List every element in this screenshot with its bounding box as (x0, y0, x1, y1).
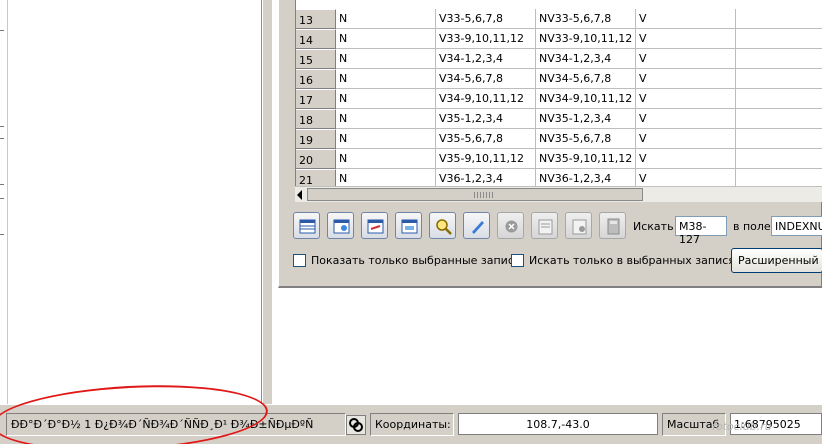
table-cell[interactable]: V36-1,2,3,4 (436, 169, 536, 186)
table-cell[interactable]: V (636, 169, 736, 186)
search-label: Искать (633, 220, 674, 233)
table-cell[interactable]: V34-1,2,3,4 (436, 49, 536, 69)
checkbox-label: Показать только выбранные записи (311, 254, 522, 267)
table-cell[interactable]: N (336, 109, 436, 129)
row-number[interactable]: 16 (296, 69, 336, 89)
table-cell[interactable]: V (636, 109, 736, 129)
table-button[interactable] (293, 212, 320, 239)
checkbox-box[interactable] (511, 254, 524, 267)
status-tool-icon[interactable] (346, 415, 366, 435)
left-panel (0, 0, 262, 404)
table-cell[interactable]: NV34-9,10,11,12 (536, 89, 636, 109)
table-cell[interactable]: NV33-9,10,11,12 (536, 29, 636, 49)
table-cell[interactable]: V (636, 69, 736, 89)
advanced-search-button[interactable]: Расширенный по (731, 248, 822, 273)
table-cell[interactable] (736, 149, 822, 169)
row-number[interactable]: 17 (296, 89, 336, 109)
table-cell[interactable]: V34-9,10,11,12 (436, 89, 536, 109)
table-row[interactable]: 18 N V35-1,2,3,4 NV35-1,2,3,4 V (296, 109, 822, 129)
table-cell[interactable]: V (636, 89, 736, 109)
delete-button[interactable] (497, 212, 524, 239)
table-cell[interactable] (736, 69, 822, 89)
left-edge-strip (0, 0, 8, 404)
table-row[interactable]: 19 N V35-5,6,7,8 NV35-5,6,7,8 V (296, 129, 822, 149)
table-cell[interactable]: V (636, 49, 736, 69)
table-row[interactable]: 17 N V34-9,10,11,12 NV34-9,10,11,12 V (296, 89, 822, 109)
checkbox-label: Искать только в выбранных записях (529, 254, 742, 267)
table-cell[interactable]: V35-9,10,11,12 (436, 149, 536, 169)
calculator-button[interactable] (599, 212, 626, 239)
table-cell[interactable]: NV33-5,6,7,8 (536, 9, 636, 29)
table-cell[interactable]: NV35-1,2,3,4 (536, 109, 636, 129)
table-cell[interactable] (736, 49, 822, 69)
panel-splitter[interactable] (262, 0, 272, 404)
coords-label: Координаты: (370, 413, 454, 436)
table-cell[interactable]: NV34-5,6,7,8 (536, 69, 636, 89)
add-record-button[interactable] (327, 212, 354, 239)
table-row[interactable]: 14 N V33-9,10,11,12 NV33-9,10,11,12 V (296, 29, 822, 49)
horizontal-scrollbar[interactable] (295, 186, 822, 202)
row-number[interactable]: 13 (296, 9, 336, 29)
table-cell[interactable]: N (336, 129, 436, 149)
row-number[interactable]: 14 (296, 29, 336, 49)
table-cell[interactable]: V (636, 129, 736, 149)
document-button[interactable] (531, 212, 558, 239)
table-cell[interactable] (736, 109, 822, 129)
scrollbar-thumb[interactable] (307, 188, 643, 201)
table-cell[interactable] (736, 29, 822, 49)
row-number[interactable]: 20 (296, 149, 336, 169)
table-cell[interactable]: V33-9,10,11,12 (436, 29, 536, 49)
table-cell[interactable]: N (336, 169, 436, 186)
table-cell[interactable]: V34-5,6,7,8 (436, 69, 536, 89)
table-cell[interactable]: V35-1,2,3,4 (436, 109, 536, 129)
scroll-left-icon[interactable] (297, 190, 302, 200)
table-cell[interactable] (736, 169, 822, 186)
table-cell[interactable]: NV34-1,2,3,4 (536, 49, 636, 69)
row-number[interactable]: 21 (296, 169, 336, 186)
table-cell[interactable]: V (636, 9, 736, 29)
app-window: 13 N V33-5,6,7,8 NV33-5,6,7,8 V 14 N V33-9,10,1… (0, 0, 822, 444)
field-select[interactable]: INDEXNU (771, 216, 822, 236)
table-cell[interactable]: NV36-1,2,3,4 (536, 169, 636, 186)
coords-value: 108.7,-43.0 (458, 413, 658, 435)
table-cell[interactable]: V33-5,6,7,8 (436, 9, 536, 29)
form-view-button[interactable] (395, 212, 422, 239)
table-cell[interactable]: V (636, 29, 736, 49)
table-cell[interactable]: N (336, 49, 436, 69)
table-cell[interactable]: NV35-5,6,7,8 (536, 129, 636, 149)
table-cell[interactable]: N (336, 29, 436, 49)
edit-record-button[interactable] (361, 212, 388, 239)
table-row[interactable]: 16 N V34-5,6,7,8 NV34-5,6,7,8 V (296, 69, 822, 89)
table-cell[interactable]: N (336, 9, 436, 29)
table-cell[interactable]: V35-5,6,7,8 (436, 129, 536, 149)
table-cell[interactable]: N (336, 149, 436, 169)
table-cell[interactable]: N (336, 89, 436, 109)
table-cell[interactable]: V (636, 149, 736, 169)
table-row[interactable]: 20 N V35-9,10,11,12 NV35-9,10,11,12 V (296, 149, 822, 169)
watermark: fotoclub.ru (712, 420, 772, 433)
table-cell[interactable]: N (336, 69, 436, 89)
document-close-button[interactable] (565, 212, 592, 239)
table-cell[interactable] (736, 89, 822, 109)
table-row[interactable]: 13 N V33-5,6,7,8 NV33-5,6,7,8 V (296, 9, 822, 29)
search-button[interactable] (429, 212, 456, 239)
table-dialog: 13 N V33-5,6,7,8 NV33-5,6,7,8 V 14 N V33-9,10,1… (278, 0, 822, 288)
table-cell[interactable] (736, 129, 822, 149)
checkbox-box[interactable] (293, 254, 306, 267)
field-label: в поле (733, 220, 771, 233)
row-number[interactable]: 15 (296, 49, 336, 69)
pencil-button[interactable] (463, 212, 490, 239)
data-grid[interactable]: 13 N V33-5,6,7,8 NV33-5,6,7,8 V 14 N V33-9,10,1… (295, 0, 822, 186)
table-row[interactable]: 21 N V36-1,2,3,4 NV36-1,2,3,4 V (296, 169, 822, 186)
search-input[interactable]: M38-127 (675, 216, 727, 246)
row-number[interactable]: 19 (296, 129, 336, 149)
table-cell[interactable] (736, 9, 822, 29)
table-cell[interactable]: NV35-9,10,11,12 (536, 149, 636, 169)
row-number[interactable]: 18 (296, 109, 336, 129)
table-row[interactable]: 15 N V34-1,2,3,4 NV34-1,2,3,4 V (296, 49, 822, 69)
